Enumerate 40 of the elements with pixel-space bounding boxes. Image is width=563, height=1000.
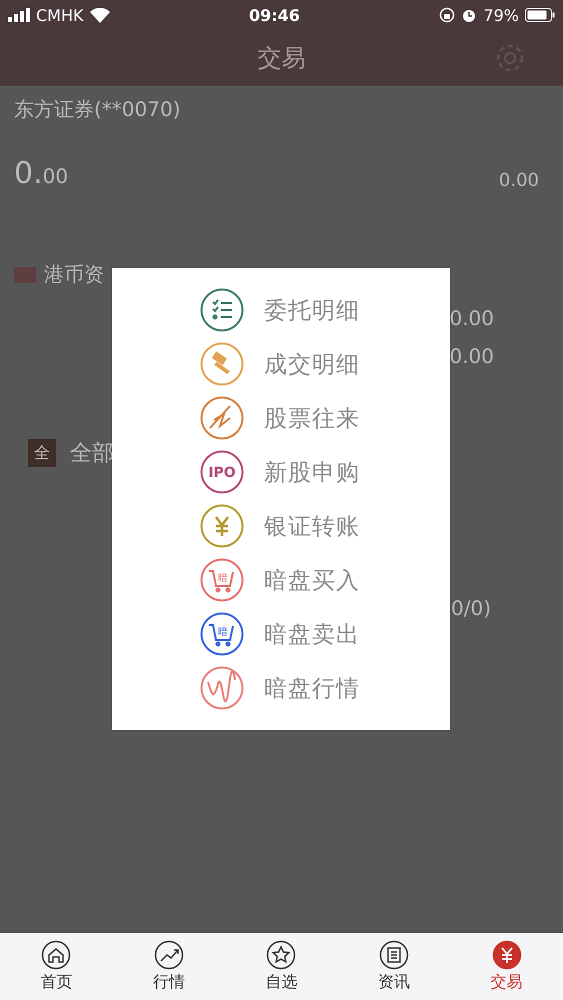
alarm-icon [461, 7, 478, 23]
amount-value: 0.00 [449, 344, 494, 368]
menu-item[interactable]: 暗盘卖出 [264, 618, 360, 650]
account-name[interactable]: 东方证券(**0070) [14, 96, 181, 122]
home-icon [41, 940, 72, 970]
profit-value: 0.00 [498, 170, 540, 191]
menu-item[interactable]: 暗盘行情 [264, 672, 360, 704]
order-count: 0/0) [451, 596, 491, 620]
yen-icon [492, 940, 522, 970]
menu-item[interactable]: 新股申购 [264, 456, 360, 488]
tab-item[interactable]: 自选 [246, 940, 316, 993]
trend-icon [154, 940, 184, 970]
menu-item[interactable]: 委托明细 [264, 294, 360, 326]
tab-item[interactable]: 资讯 [359, 940, 430, 993]
battery-icon [525, 8, 555, 22]
menu-item[interactable]: 成交明细 [264, 348, 360, 380]
settings-icon[interactable] [495, 43, 525, 73]
tab-item[interactable]: 行情 [134, 940, 204, 993]
tab-item[interactable]: 交易 [472, 940, 542, 993]
currency-label: 港币资 [44, 261, 104, 288]
currency-tag [14, 266, 36, 282]
ipo-icon: IPO [200, 450, 244, 494]
wifi-icon [90, 8, 110, 22]
rotation-lock-icon [439, 7, 456, 23]
battery-text: 79% [483, 6, 519, 24]
cart-icon: 暗 [200, 558, 244, 602]
news-icon [379, 940, 410, 970]
amount-value: 0.00 [449, 306, 494, 330]
all-badge: 全 [28, 439, 56, 467]
menu-item[interactable]: 股票往来 [264, 402, 360, 434]
total-assets: 0.00 [14, 156, 68, 191]
carrier-text: CMHK [36, 6, 84, 24]
menu-item[interactable]: 暗盘买入 [264, 564, 360, 596]
tab-item[interactable]: 首页 [21, 940, 92, 993]
clock-text: 09:46 [249, 6, 300, 24]
cart-icon: 暗 [200, 612, 244, 656]
signal-icon [8, 8, 30, 22]
all-tab[interactable]: 全部 [70, 438, 114, 468]
menu-item[interactable]: 银证转账 [264, 510, 360, 542]
page-title: 交易 [258, 43, 306, 74]
